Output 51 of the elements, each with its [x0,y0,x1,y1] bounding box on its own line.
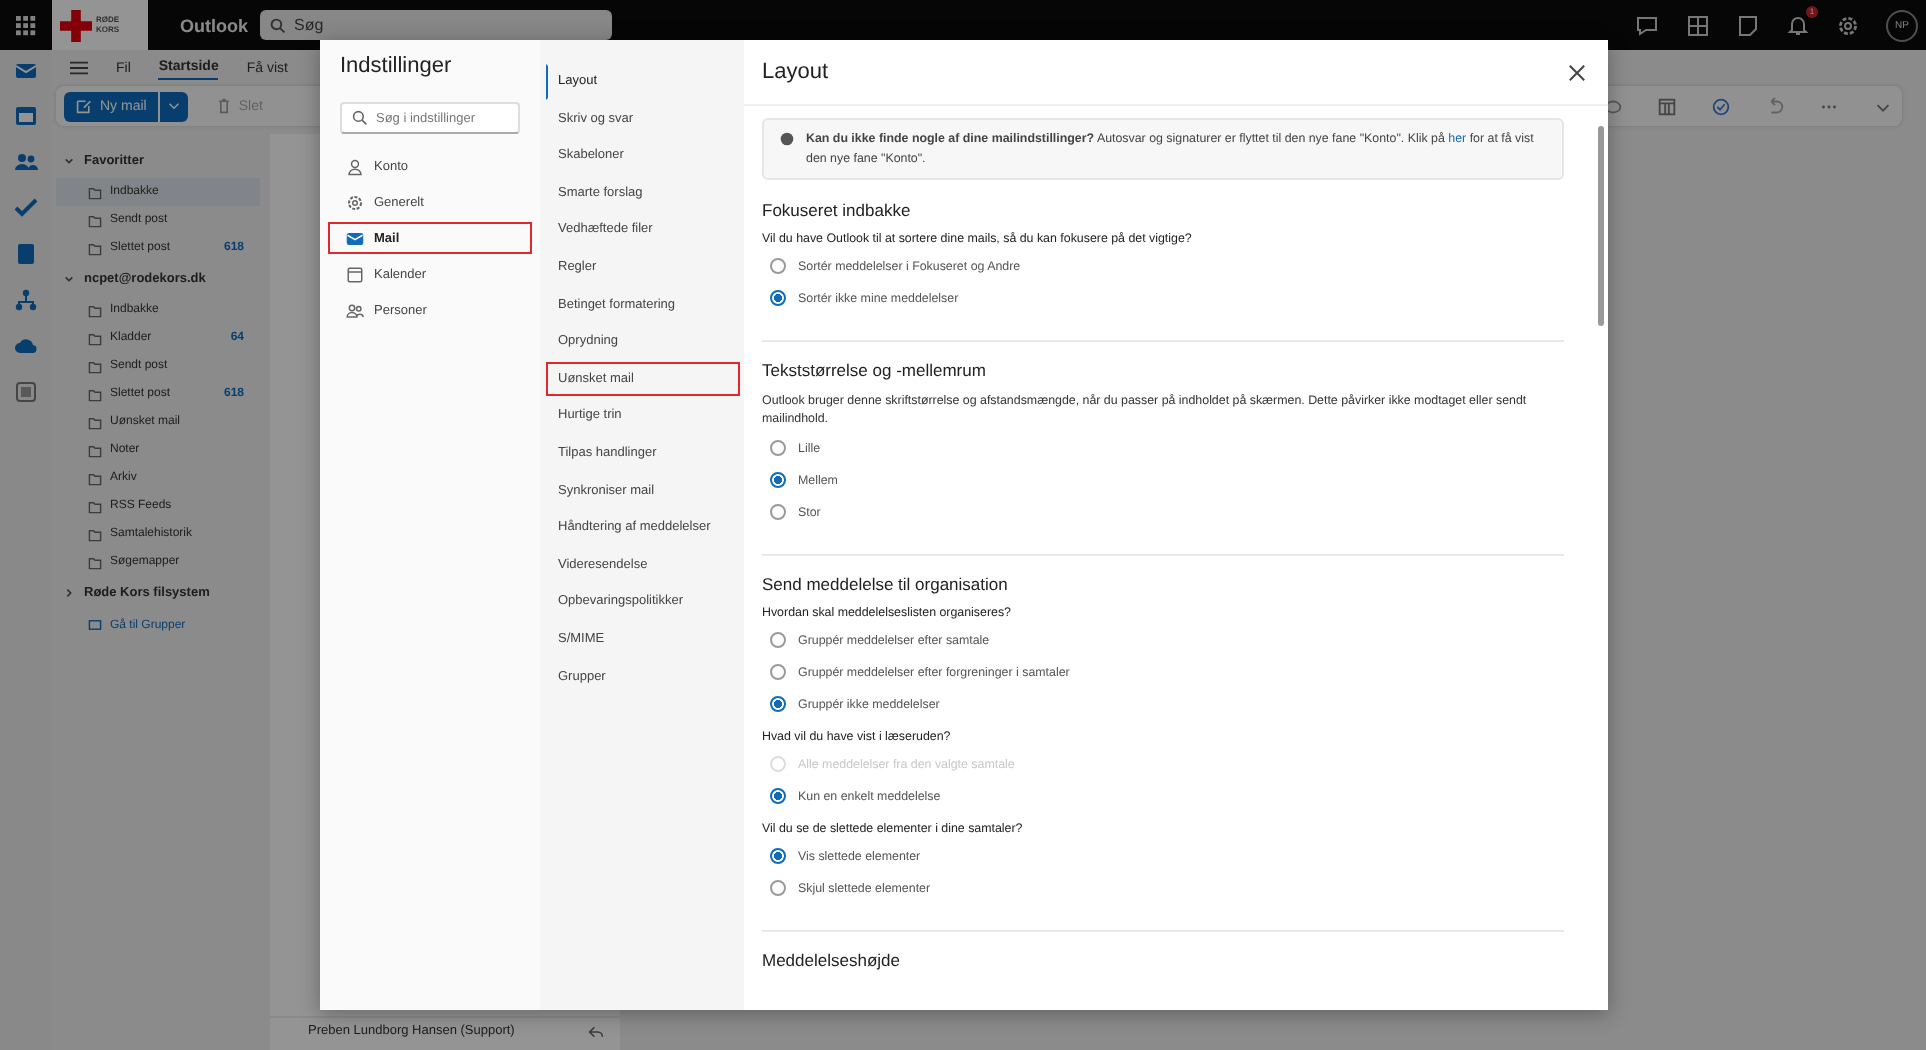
people-icon[interactable] [13,150,37,174]
radio-button[interactable] [770,664,786,680]
info-icon [780,132,794,146]
menu-icon[interactable] [70,60,88,76]
app-launcher-icon[interactable] [16,15,36,35]
hierarchy-icon[interactable] [13,288,37,312]
groups-icon [88,618,102,632]
radio-button[interactable] [770,504,786,520]
radio-button[interactable] [770,848,786,864]
radio-button[interactable] [770,632,786,648]
radio-button[interactable] [770,880,786,896]
settings-icon[interactable] [1836,13,1860,37]
compose-icon [76,98,92,114]
person-icon [346,157,364,175]
radio-button[interactable] [770,258,786,274]
mail-icon[interactable] [13,58,37,82]
book-icon[interactable] [13,242,37,266]
gear-icon [346,193,364,211]
checkmark-icon[interactable] [13,196,37,220]
chat-icon[interactable] [1636,13,1660,37]
calendar-icon[interactable] [13,104,37,128]
search-field[interactable]: Søg [260,10,612,40]
search-icon [270,17,286,33]
note-icon[interactable] [1736,13,1760,37]
chevron-down-icon [168,102,181,110]
dialog-title: Indstillinger [340,54,454,82]
dropdown-button[interactable] [160,91,189,121]
section-heading: Tekststørrelse og -mellemrum [762,360,988,380]
grid-icon[interactable] [1686,13,1710,37]
app-name: Outlook [180,15,250,35]
trash-icon [216,98,233,114]
close-icon[interactable] [1568,63,1586,81]
page-title: Layout [762,60,831,84]
radio-button[interactable] [770,290,786,306]
section-heading: Send meddelelse til organisation [762,574,1010,594]
search-icon [352,110,368,126]
radio-button[interactable] [770,472,786,488]
people-icon [346,301,364,319]
check-circle-icon[interactable] [1710,95,1732,117]
section-heading: Fokuseret indbakke [762,200,913,220]
radio-button[interactable] [770,440,786,456]
radio-button[interactable] [770,696,786,712]
calendar-icon [346,265,364,283]
bell-icon[interactable] [1786,13,1810,37]
radio-button[interactable] [770,788,786,804]
table-icon[interactable] [1656,95,1678,117]
apps-icon[interactable] [13,380,37,404]
section-heading: Meddelelseshøjde [762,950,902,970]
cloud-icon[interactable] [13,334,37,358]
envelope-icon [346,229,364,247]
reply-icon [588,1024,604,1040]
